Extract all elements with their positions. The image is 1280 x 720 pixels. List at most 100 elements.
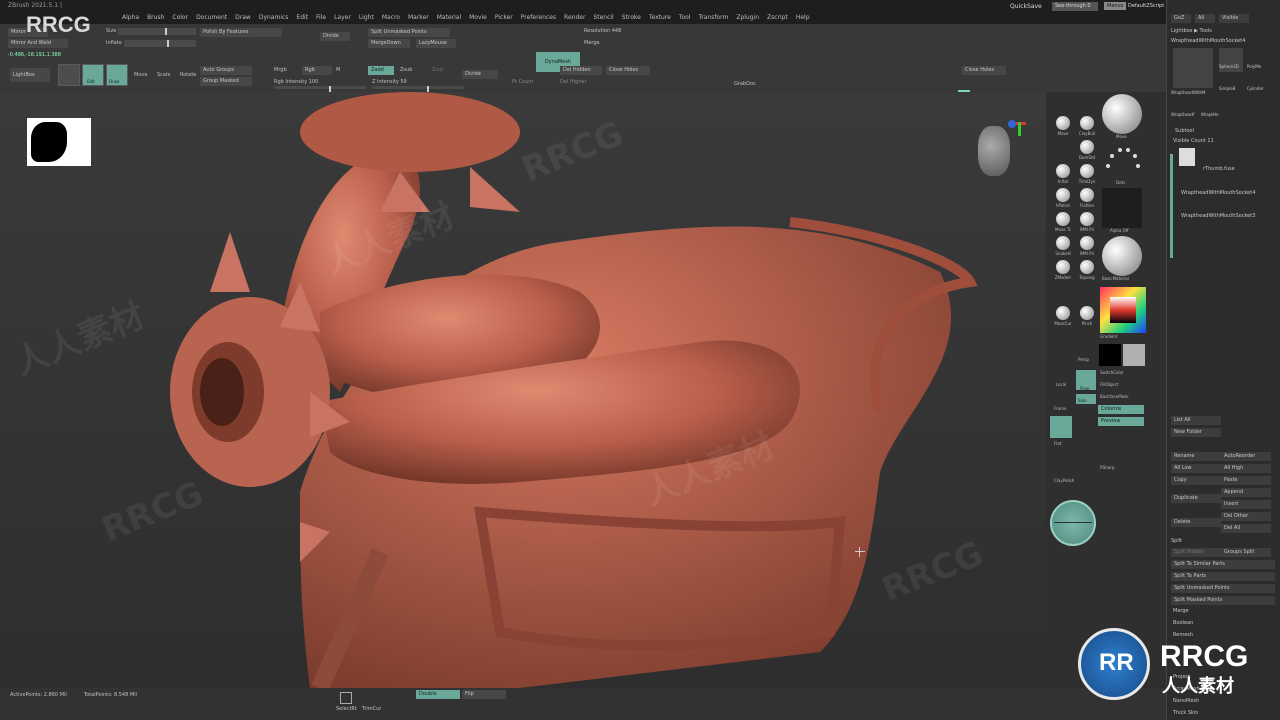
merge-button[interactable]: Merge xyxy=(584,40,600,46)
menu-picker[interactable]: Picker xyxy=(491,14,517,21)
append-button[interactable]: Append xyxy=(1221,488,1271,497)
rgb-button[interactable]: Rgb xyxy=(302,66,332,75)
merge-down-button[interactable]: MergeDown xyxy=(368,39,410,48)
brush-claybuil[interactable]: ClayBuil xyxy=(1076,116,1098,136)
z-intensity-track[interactable] xyxy=(372,86,464,93)
persp-button[interactable]: Persp xyxy=(1078,357,1089,362)
nano-mesh-header[interactable]: NanoMesh xyxy=(1173,698,1199,704)
resolution-slider[interactable]: Resolution 448 xyxy=(584,28,621,34)
frame-button[interactable]: Frame xyxy=(1054,406,1066,411)
lightbox-button[interactable]: LightBox xyxy=(10,68,50,82)
menu-light[interactable]: Light xyxy=(355,14,378,21)
zadd-button[interactable]: Zadd xyxy=(368,66,394,75)
subtool-1-name[interactable]: rThumb.fuse xyxy=(1203,166,1235,172)
all-button[interactable]: All xyxy=(1195,14,1215,23)
brush-hpolish[interactable]: hPolish xyxy=(1052,188,1074,208)
fill-object-button[interactable]: FillObject xyxy=(1100,382,1118,387)
subtool-2-name[interactable]: WraptheadWithMouthSocket4 xyxy=(1181,190,1255,196)
menu-edit[interactable]: Edit xyxy=(292,14,312,21)
subtool-1-thumbnail[interactable] xyxy=(1179,148,1195,166)
clay-polish-button[interactable]: ClayPolish xyxy=(1054,478,1074,483)
close-holes-right-button[interactable]: Close Holes xyxy=(962,66,1006,75)
flat-button[interactable]: Flat xyxy=(1054,441,1061,446)
solo-button[interactable]: Solo xyxy=(1078,398,1087,403)
menu-stencil[interactable]: Stencil xyxy=(589,14,617,21)
quicksave-button[interactable]: QuickSave xyxy=(1010,3,1042,10)
menu-file[interactable]: File xyxy=(312,14,330,21)
del-all-button[interactable]: Del All xyxy=(1221,524,1271,533)
split-to-parts-button[interactable]: Split To Parts xyxy=(1171,572,1275,581)
scale-button[interactable]: Scale xyxy=(157,72,170,78)
preview-button[interactable]: Preview xyxy=(1098,417,1144,426)
del-higher-button[interactable]: Del Higher xyxy=(560,79,587,85)
inflate-slider[interactable] xyxy=(124,40,196,47)
brush-flatten[interactable]: Flatten xyxy=(1076,188,1098,208)
close-holes-mid-button[interactable]: Close Holes xyxy=(606,66,650,75)
goz-button[interactable]: GoZ xyxy=(1171,14,1191,23)
menu-movie[interactable]: Movie xyxy=(465,14,491,21)
zcut-button[interactable]: Zcut xyxy=(432,67,443,73)
menu-zscript[interactable]: Zscript xyxy=(763,14,792,21)
colorize-button[interactable]: Colorize xyxy=(1098,405,1144,414)
edit-button[interactable]: Edit xyxy=(82,64,104,86)
floor-button[interactable]: Floor xyxy=(1080,386,1090,391)
brush-move[interactable]: Move xyxy=(1052,116,1074,136)
auto-reorder-button[interactable]: AutoReorder xyxy=(1221,452,1271,461)
menu-help[interactable]: Help xyxy=(792,14,814,21)
select-rect-button[interactable]: SelectRt xyxy=(336,706,357,712)
del-other-button[interactable]: Del Other xyxy=(1221,512,1271,521)
insert-button[interactable]: Insert xyxy=(1221,500,1271,509)
menu-alpha[interactable]: Alpha xyxy=(118,14,143,21)
menu-brush[interactable]: Brush xyxy=(143,14,168,21)
material-sphere[interactable] xyxy=(1102,236,1142,276)
menu-stroke[interactable]: Stroke xyxy=(618,14,645,21)
thick-skin-header[interactable]: Thick Skin xyxy=(1173,710,1198,716)
split-unmasked-button[interactable]: Split Unmasked Points xyxy=(368,28,450,37)
brush-snakeh[interactable]: SnakeH xyxy=(1052,236,1074,256)
brush-imm-pri[interactable]: IMM Pri xyxy=(1076,212,1098,232)
rename-button[interactable]: Rename xyxy=(1171,452,1221,461)
gizmo-z-axis-icon[interactable] xyxy=(1008,120,1016,128)
brush-imm-pri[interactable]: IMM Pri xyxy=(1076,236,1098,256)
rgb-intensity-slider[interactable]: Rgb Intensity 100 xyxy=(274,79,318,85)
split-unmasked-points-button[interactable]: Split Unmasked Points xyxy=(1171,584,1275,593)
split-similar-parts-button[interactable]: Split To Similar Parts xyxy=(1171,560,1275,569)
menu-document[interactable]: Document xyxy=(192,14,231,21)
divide-top-button[interactable]: Divide xyxy=(320,32,350,41)
new-folder-button[interactable]: New Folder xyxy=(1171,428,1221,437)
trim-curve-button[interactable]: TrimCur xyxy=(362,706,381,712)
grab-doc-button[interactable]: GrabDoc xyxy=(734,81,756,87)
move-button[interactable]: Move xyxy=(134,72,147,78)
z-intensity-slider[interactable]: Z Intensity 59 xyxy=(372,79,407,85)
menu-render[interactable]: Render xyxy=(560,14,589,21)
default-zscript-button[interactable]: DefaultZScript xyxy=(1128,3,1164,9)
menu-color[interactable]: Color xyxy=(168,14,192,21)
local-button[interactable]: Local xyxy=(1056,382,1066,387)
alpha-off-swatch[interactable] xyxy=(1102,188,1142,228)
menu-material[interactable]: Material xyxy=(433,14,465,21)
rotate-button[interactable]: Rotate xyxy=(180,72,196,78)
boolean-header[interactable]: Boolean xyxy=(1173,620,1193,626)
draw-button[interactable]: Draw xyxy=(106,64,128,86)
menu-layer[interactable]: Layer xyxy=(330,14,355,21)
brush-damstd[interactable]: DamStd xyxy=(1076,140,1098,160)
menu-marker[interactable]: Marker xyxy=(404,14,433,21)
divide-button[interactable]: Divide xyxy=(462,70,498,79)
all-low-button[interactable]: All Low xyxy=(1171,464,1221,473)
main-color-swatch[interactable] xyxy=(1099,344,1121,366)
merge-header[interactable]: Merge xyxy=(1173,608,1189,614)
subtool-3-name[interactable]: WraptheadWithMouthSocket3 xyxy=(1181,213,1255,219)
polish-by-features-button[interactable]: Polish By Features xyxy=(200,28,282,37)
brush-move-tc[interactable]: Move Tc xyxy=(1052,212,1074,232)
group-masked-button[interactable]: Group Masked xyxy=(200,77,252,86)
brush-topolog[interactable]: Topolog xyxy=(1076,260,1098,280)
rgb-intensity-track[interactable] xyxy=(274,86,366,93)
menu-draw[interactable]: Draw xyxy=(231,14,255,21)
visible-button[interactable]: Visible xyxy=(1219,14,1249,23)
gizmo-y-axis-icon[interactable] xyxy=(1018,122,1021,136)
split-hidden-button[interactable]: Split Hidden xyxy=(1171,548,1221,557)
delete-button[interactable]: Delete xyxy=(1171,518,1221,527)
current-brush-sphere[interactable] xyxy=(1102,94,1142,134)
remesh-header[interactable]: Remesh xyxy=(1173,632,1193,638)
menu-dynamics[interactable]: Dynamics xyxy=(255,14,293,21)
